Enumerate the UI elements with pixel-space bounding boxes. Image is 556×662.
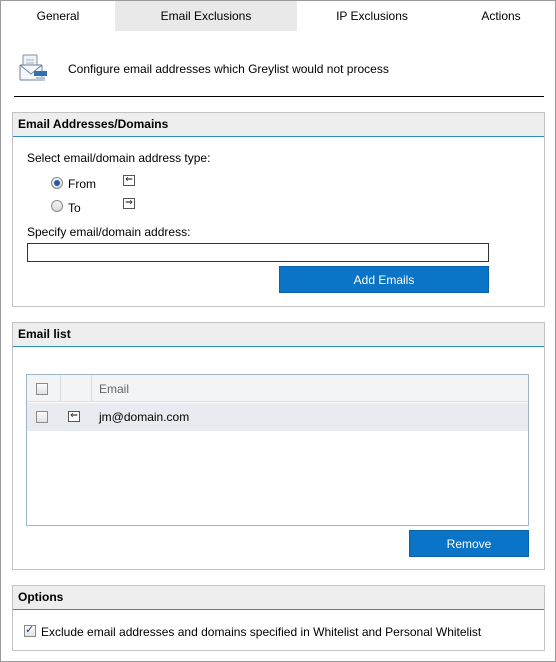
column-divider xyxy=(91,375,92,402)
options-panel: Options Exclude email addresses and doma… xyxy=(12,585,545,651)
arrow-left-icon: ⇐ xyxy=(123,175,135,186)
email-cell: jm@domain.com xyxy=(99,410,190,424)
column-divider xyxy=(60,375,61,402)
email-list-grid: Email ⇐ jm@domain.com xyxy=(26,374,529,526)
address-label: Specify email/domain address: xyxy=(27,225,191,239)
email-exclusions-window: General Email Exclusions IP Exclusions A… xyxy=(0,0,556,662)
tab-general[interactable]: General xyxy=(1,1,115,31)
tab-actions[interactable]: Actions xyxy=(447,1,555,31)
grid-header: Email xyxy=(27,375,528,402)
panel-title: Options xyxy=(13,586,544,610)
from-radio[interactable] xyxy=(51,177,63,189)
email-list-panel: Email list Email ⇐ jm@domain.com Remove xyxy=(12,322,545,570)
arrow-left-icon: ⇐ xyxy=(68,411,80,422)
email-column-header[interactable]: Email xyxy=(99,382,129,396)
page-header: Configure email addresses which Greylist… xyxy=(14,45,544,97)
email-exclusion-icon xyxy=(19,53,49,85)
panel-title: Email list xyxy=(13,323,544,347)
remove-button[interactable]: Remove xyxy=(409,530,529,557)
panel-title: Email Addresses/Domains xyxy=(13,113,544,137)
address-type-label: Select email/domain address type: xyxy=(27,151,211,165)
exclude-whitelist-label: Exclude email addresses and domains spec… xyxy=(41,625,482,639)
table-row[interactable]: ⇐ jm@domain.com xyxy=(27,403,528,431)
select-all-checkbox[interactable] xyxy=(36,383,48,395)
to-radio[interactable] xyxy=(51,200,63,212)
exclude-whitelist-checkbox[interactable] xyxy=(24,623,36,637)
tab-ip-exclusions[interactable]: IP Exclusions xyxy=(297,1,447,31)
to-label: To xyxy=(68,201,81,215)
tab-bar: General Email Exclusions IP Exclusions A… xyxy=(1,1,555,31)
tab-email-exclusions[interactable]: Email Exclusions xyxy=(115,1,297,31)
email-address-input[interactable] xyxy=(27,243,489,262)
row-checkbox[interactable] xyxy=(36,411,48,423)
email-addresses-panel: Email Addresses/Domains Select email/dom… xyxy=(12,112,545,307)
page-description: Configure email addresses which Greylist… xyxy=(68,62,389,76)
arrow-right-icon: ⇒ xyxy=(123,198,135,209)
from-label: From xyxy=(68,177,96,191)
add-emails-button[interactable]: Add Emails xyxy=(279,266,489,293)
